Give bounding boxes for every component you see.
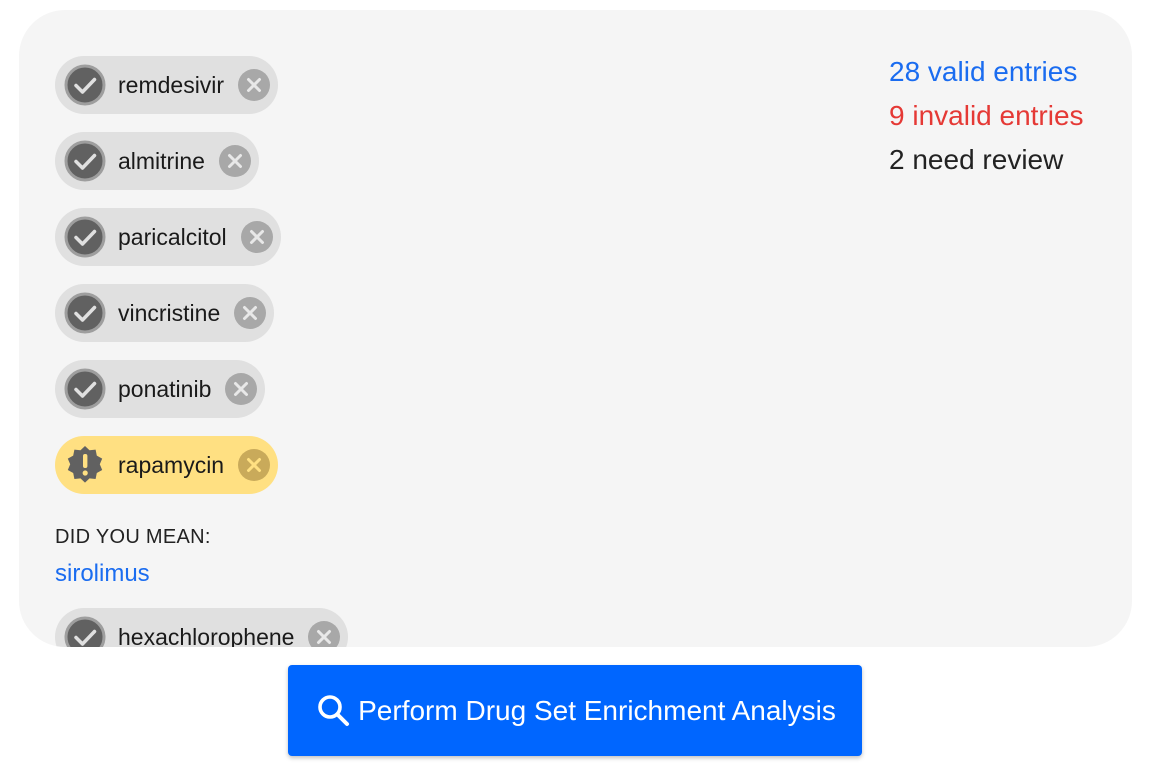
need-review-count: 2 need review xyxy=(889,144,1064,175)
entry-chip-ponatinib[interactable]: ponatinib xyxy=(55,360,266,418)
valid-entries-count: 28 valid entries xyxy=(889,56,1078,87)
entry-chip-label: remdesivir xyxy=(118,71,225,98)
entries-panel: remdesivir almitrine paricalcitol vincri… xyxy=(19,10,1132,647)
entry-chip-label: hexachlorophene xyxy=(118,623,295,648)
remove-entry-icon[interactable] xyxy=(218,145,251,177)
entry-chip-label: almitrine xyxy=(118,147,205,174)
check-circle-icon xyxy=(64,616,106,647)
remove-entry-icon[interactable] xyxy=(238,449,271,481)
entry-chip-label: rapamycin xyxy=(118,451,225,478)
search-icon xyxy=(314,691,354,731)
check-circle-icon xyxy=(64,216,106,258)
invalid-entries-count: 9 invalid entries xyxy=(889,100,1084,131)
entry-chip-hexachlorophene[interactable]: hexachlorophene xyxy=(55,608,349,648)
remove-entry-icon[interactable] xyxy=(308,621,341,647)
remove-entry-icon[interactable] xyxy=(234,297,267,329)
entry-chip-label: ponatinib xyxy=(118,375,212,402)
perform-enrichment-button[interactable]: Perform Drug Set Enrichment Analysis xyxy=(288,665,862,756)
entry-chip-remdesivir[interactable]: remdesivir xyxy=(55,56,279,114)
remove-entry-icon[interactable] xyxy=(238,69,271,101)
check-circle-icon xyxy=(64,292,106,334)
check-circle-icon xyxy=(64,368,106,410)
entry-stats: 28 valid entries 9 invalid entries 2 nee… xyxy=(889,50,1084,182)
remove-entry-icon[interactable] xyxy=(225,373,258,405)
remove-entry-icon[interactable] xyxy=(240,221,273,253)
entry-chip-label: paricalcitol xyxy=(118,223,227,250)
entry-chip-almitrine[interactable]: almitrine xyxy=(55,132,259,190)
entry-chip-label: vincristine xyxy=(118,299,221,326)
check-circle-icon xyxy=(64,140,106,182)
perform-enrichment-label: Perform Drug Set Enrichment Analysis xyxy=(358,694,836,726)
suggestion-link-sirolimus[interactable]: sirolimus xyxy=(55,554,655,608)
entry-chip-vincristine[interactable]: vincristine xyxy=(55,284,275,342)
warning-badge-icon xyxy=(64,444,106,486)
entry-chip-list: remdesivir almitrine paricalcitol vincri… xyxy=(55,56,655,647)
entry-chip-paricalcitol[interactable]: paricalcitol xyxy=(55,208,281,266)
did-you-mean-heading: DID YOU MEAN: xyxy=(55,526,211,548)
check-circle-icon xyxy=(64,64,106,106)
entry-chip-rapamycin[interactable]: rapamycin xyxy=(55,436,279,494)
